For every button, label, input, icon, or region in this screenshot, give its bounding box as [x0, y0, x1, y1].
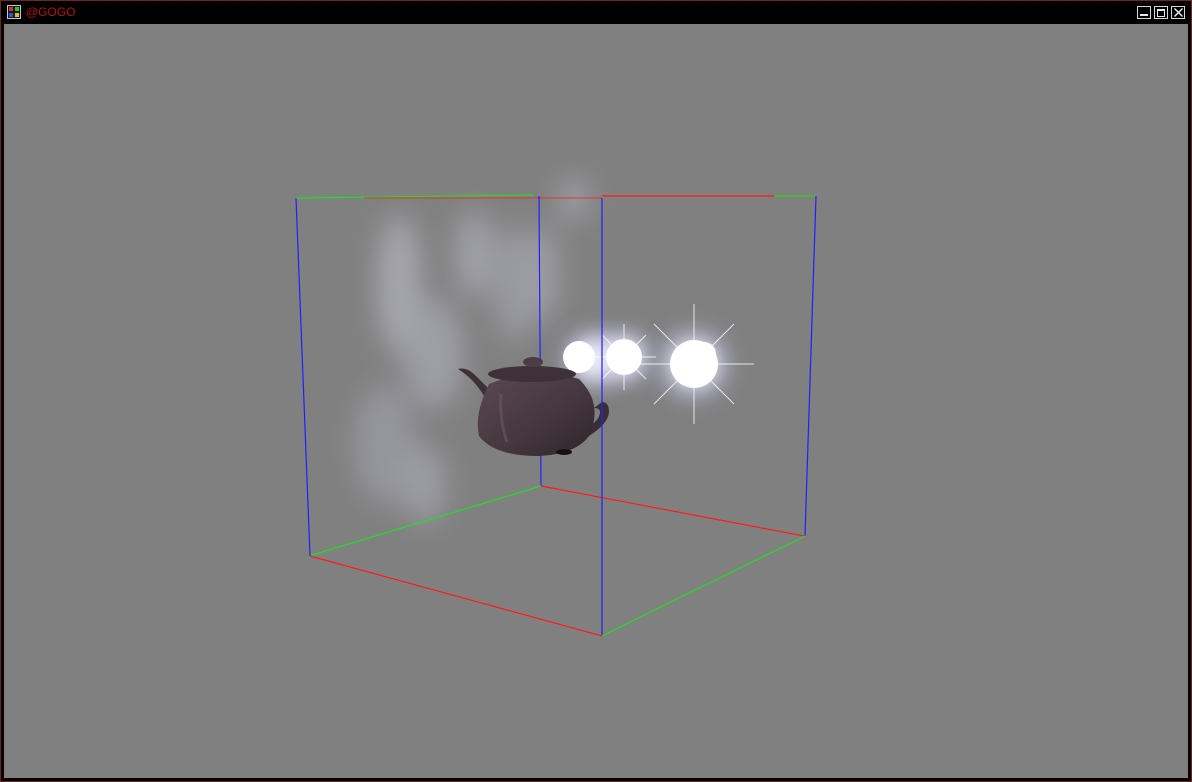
app-window: @GOGO: [0, 0, 1192, 782]
box-edge-far-right-vertical: [804, 195, 817, 537]
title-bar[interactable]: @GOGO: [1, 1, 1191, 23]
box-edge-front-bottom-y: [601, 535, 806, 637]
3d-viewport[interactable]: [4, 24, 1188, 778]
box-edge-back-bottom-x: [540, 485, 805, 537]
window-title: @GOGO: [26, 5, 76, 19]
smoke-volume: [354, 177, 588, 524]
close-button[interactable]: [1171, 6, 1185, 19]
close-icon: [1173, 7, 1184, 18]
box-edge-front-bottom-x: [309, 555, 603, 637]
maximize-button[interactable]: [1154, 6, 1168, 19]
scene-canvas[interactable]: [4, 24, 1188, 778]
box-edge-front-left-vertical: [295, 197, 311, 557]
minimize-button[interactable]: [1137, 6, 1151, 19]
grid-app-icon[interactable]: [7, 5, 21, 19]
